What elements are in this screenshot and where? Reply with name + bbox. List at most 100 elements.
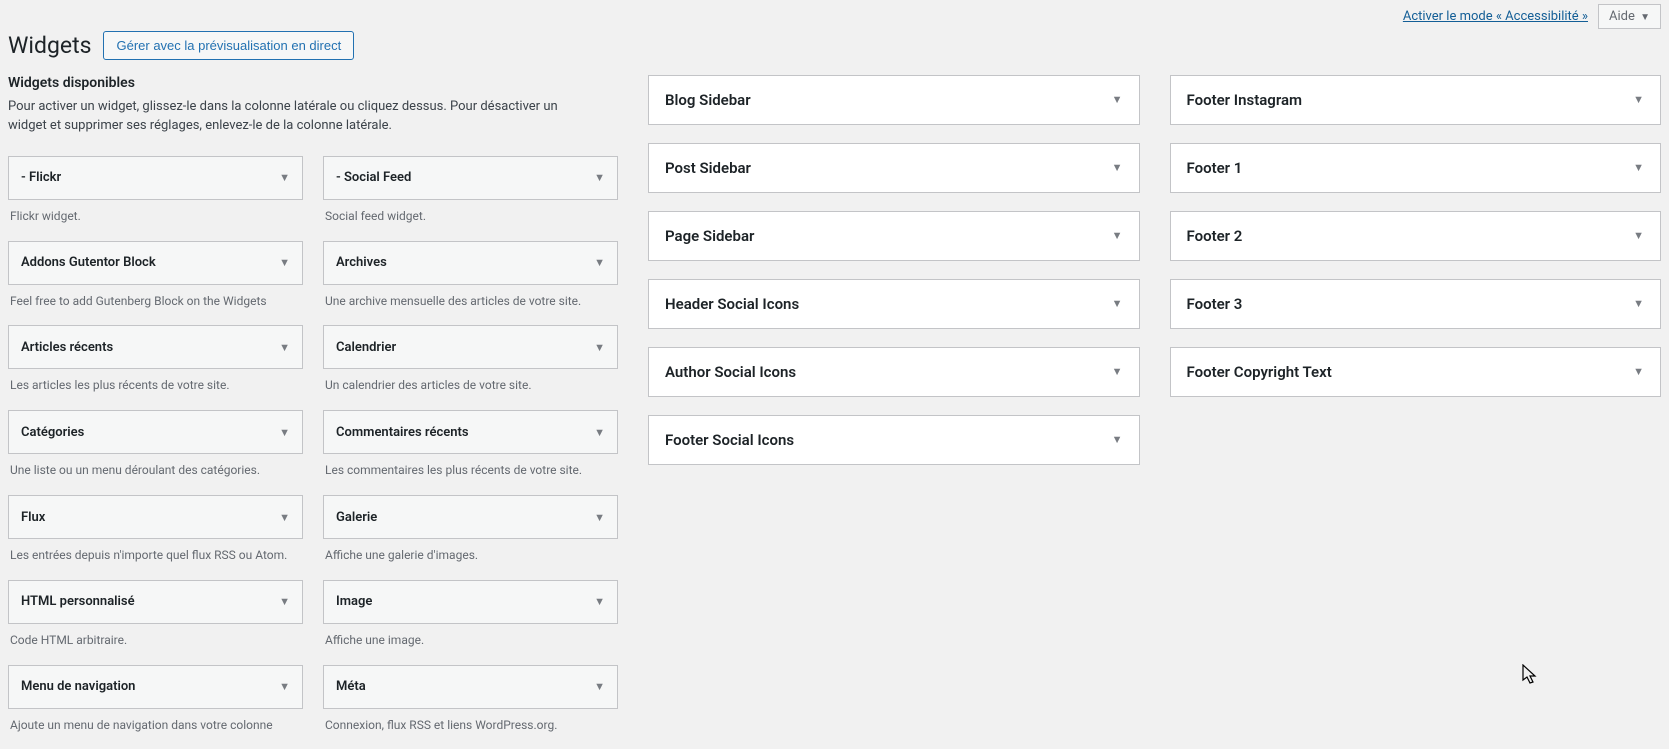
widget-area[interactable]: Page Sidebar ▼ bbox=[648, 211, 1140, 261]
widget-area[interactable]: Blog Sidebar▼ bbox=[648, 75, 1140, 125]
available-widget: Commentaires récents▼Les commentaires le… bbox=[323, 410, 618, 481]
available-widget: Addons Gutentor Block ▼ Feel free to add G… bbox=[8, 241, 303, 312]
widget-item[interactable]: Image ▼ bbox=[323, 580, 618, 624]
available-widget: Calendrier▼Un calendrier des articles de… bbox=[323, 325, 618, 396]
available-widget: - Social Feed▼Social feed widget. bbox=[323, 156, 618, 227]
widget-description: Flickr widget. bbox=[8, 200, 303, 227]
widget-title: Menu de navigation bbox=[21, 679, 135, 694]
widget-title: Méta bbox=[336, 679, 366, 694]
widget-area-title: Footer 2 bbox=[1187, 227, 1243, 245]
widget-item[interactable]: Flux ▼ bbox=[8, 495, 303, 539]
available-widget: HTML personnalisé ▼ Code HTML arbitraire. bbox=[8, 580, 303, 651]
widget-area[interactable]: Footer Instagram▼ bbox=[1170, 75, 1662, 125]
chevron-down-icon: ▼ bbox=[1633, 161, 1644, 174]
widget-description: Une liste ou un menu déroulant des catég… bbox=[8, 454, 303, 481]
available-widgets-description: Pour activer un widget, glissez-le dans … bbox=[8, 97, 598, 136]
widget-description: Un calendrier des articles de votre site… bbox=[323, 369, 618, 396]
widget-title: Addons Gutentor Block bbox=[21, 255, 156, 270]
widget-item[interactable]: Commentaires récents▼ bbox=[323, 410, 618, 454]
chevron-down-icon: ▼ bbox=[1112, 365, 1123, 378]
widget-area[interactable]: Author Social Icons ▼ bbox=[648, 347, 1140, 397]
page-title: Widgets bbox=[8, 31, 91, 61]
accessibility-mode-link[interactable]: Activer le mode « Accessibilité » bbox=[1403, 9, 1588, 24]
widget-item[interactable]: Archives ▼ bbox=[323, 241, 618, 285]
available-widget: Catégories ▼ Une liste ou un menu déroulan… bbox=[8, 410, 303, 481]
chevron-down-icon: ▼ bbox=[594, 680, 605, 693]
widget-item[interactable]: Calendrier▼ bbox=[323, 325, 618, 369]
help-tab[interactable]: Aide ▼ bbox=[1598, 4, 1661, 29]
live-preview-button[interactable]: Gérer avec la prévisualisation en direct bbox=[103, 31, 354, 60]
widget-item[interactable]: Galerie ▼ bbox=[323, 495, 618, 539]
widget-area[interactable]: Footer Copyright Text ▼ bbox=[1170, 347, 1662, 397]
widget-area[interactable]: Footer 3 ▼ bbox=[1170, 279, 1662, 329]
available-widgets-heading: Widgets disponibles bbox=[8, 75, 618, 91]
available-widget: Archives ▼ Une archive mensuelle des artic… bbox=[323, 241, 618, 312]
widget-description: Code HTML arbitraire. bbox=[8, 624, 303, 651]
available-widget: Menu de navigation▼Ajoute un menu de nav… bbox=[8, 665, 303, 736]
chevron-down-icon: ▼ bbox=[1633, 229, 1644, 242]
widget-area[interactable]: Footer Social Icons ▼ bbox=[648, 415, 1140, 465]
widget-title: Image bbox=[336, 594, 372, 609]
widget-description: Social feed widget. bbox=[323, 200, 618, 227]
chevron-down-icon: ▼ bbox=[279, 680, 290, 693]
available-widget: Galerie ▼ Affiche une galerie d'images. bbox=[323, 495, 618, 566]
widget-area[interactable]: Header Social Icons ▼ bbox=[648, 279, 1140, 329]
widget-item[interactable]: Méta ▼ bbox=[323, 665, 618, 709]
widget-title: Archives bbox=[336, 255, 387, 270]
available-widget: Image ▼ Affiche une image. bbox=[323, 580, 618, 651]
chevron-down-icon: ▼ bbox=[1112, 433, 1123, 446]
widget-area-title: Footer 3 bbox=[1187, 295, 1243, 313]
widget-item[interactable]: HTML personnalisé ▼ bbox=[8, 580, 303, 624]
chevron-down-icon: ▼ bbox=[279, 171, 290, 184]
chevron-down-icon: ▼ bbox=[1633, 365, 1644, 378]
widget-area-title: Footer 1 bbox=[1187, 159, 1243, 177]
widget-description: Une archive mensuelle des articles de vo… bbox=[323, 285, 618, 312]
widget-description: Affiche une image. bbox=[323, 624, 618, 651]
chevron-down-icon: ▼ bbox=[279, 256, 290, 269]
widget-title: Galerie bbox=[336, 510, 377, 525]
widget-area-title: Footer Social Icons bbox=[665, 431, 794, 449]
widget-description: Feel free to add Gutenberg Block on the … bbox=[8, 285, 303, 312]
widget-area-title: Footer Copyright Text bbox=[1187, 363, 1332, 381]
widget-title: Catégories bbox=[21, 425, 84, 440]
chevron-down-icon: ▼ bbox=[1112, 229, 1123, 242]
widget-item[interactable]: Addons Gutentor Block ▼ bbox=[8, 241, 303, 285]
widget-item[interactable]: - Flickr ▼ bbox=[8, 156, 303, 200]
widget-item[interactable]: Menu de navigation ▼ bbox=[8, 665, 303, 709]
chevron-down-icon: ▼ bbox=[594, 511, 605, 524]
widget-title: Calendrier bbox=[336, 340, 396, 355]
chevron-down-icon: ▼ bbox=[1112, 161, 1123, 174]
widget-item[interactable]: Articles récents ▼ bbox=[8, 325, 303, 369]
widget-area-title: Blog Sidebar bbox=[665, 91, 751, 109]
widget-area-title: Author Social Icons bbox=[665, 363, 796, 381]
chevron-down-icon: ▼ bbox=[279, 341, 290, 354]
chevron-down-icon: ▼ bbox=[1633, 93, 1644, 106]
widget-area-title: Header Social Icons bbox=[665, 295, 799, 313]
widget-title: Flux bbox=[21, 510, 45, 525]
widget-area[interactable]: Footer 2 ▼ bbox=[1170, 211, 1662, 261]
chevron-down-icon: ▼ bbox=[1640, 12, 1650, 23]
widget-item[interactable]: Catégories ▼ bbox=[8, 410, 303, 454]
widget-area[interactable]: Post Sidebar▼ bbox=[648, 143, 1140, 193]
widget-description: Les articles les plus récents de votre s… bbox=[8, 369, 303, 396]
widget-title: Articles récents bbox=[21, 340, 113, 355]
widget-title: - Flickr bbox=[21, 170, 61, 185]
chevron-down-icon: ▼ bbox=[594, 171, 605, 184]
available-widget: Méta▼Connexion, flux RSS et liens WordPr… bbox=[323, 665, 618, 736]
available-widget: Flux ▼ Les entrées depuis n'importe quel f… bbox=[8, 495, 303, 566]
widget-description: Les commentaires les plus récents de vot… bbox=[323, 454, 618, 481]
widget-item[interactable]: - Social Feed▼ bbox=[323, 156, 618, 200]
chevron-down-icon: ▼ bbox=[594, 595, 605, 608]
chevron-down-icon: ▼ bbox=[594, 256, 605, 269]
chevron-down-icon: ▼ bbox=[1633, 297, 1644, 310]
available-widget: Articles récents ▼ Les articles les plus r… bbox=[8, 325, 303, 396]
widget-area[interactable]: Footer 1 ▼ bbox=[1170, 143, 1662, 193]
widget-area-title: Page Sidebar bbox=[665, 227, 754, 245]
chevron-down-icon: ▼ bbox=[1112, 297, 1123, 310]
chevron-down-icon: ▼ bbox=[279, 595, 290, 608]
widget-description: Les entrées depuis n'importe quel flux R… bbox=[8, 539, 303, 566]
chevron-down-icon: ▼ bbox=[279, 511, 290, 524]
widget-description: Affiche une galerie d'images. bbox=[323, 539, 618, 566]
widget-title: HTML personnalisé bbox=[21, 594, 135, 609]
chevron-down-icon: ▼ bbox=[279, 426, 290, 439]
